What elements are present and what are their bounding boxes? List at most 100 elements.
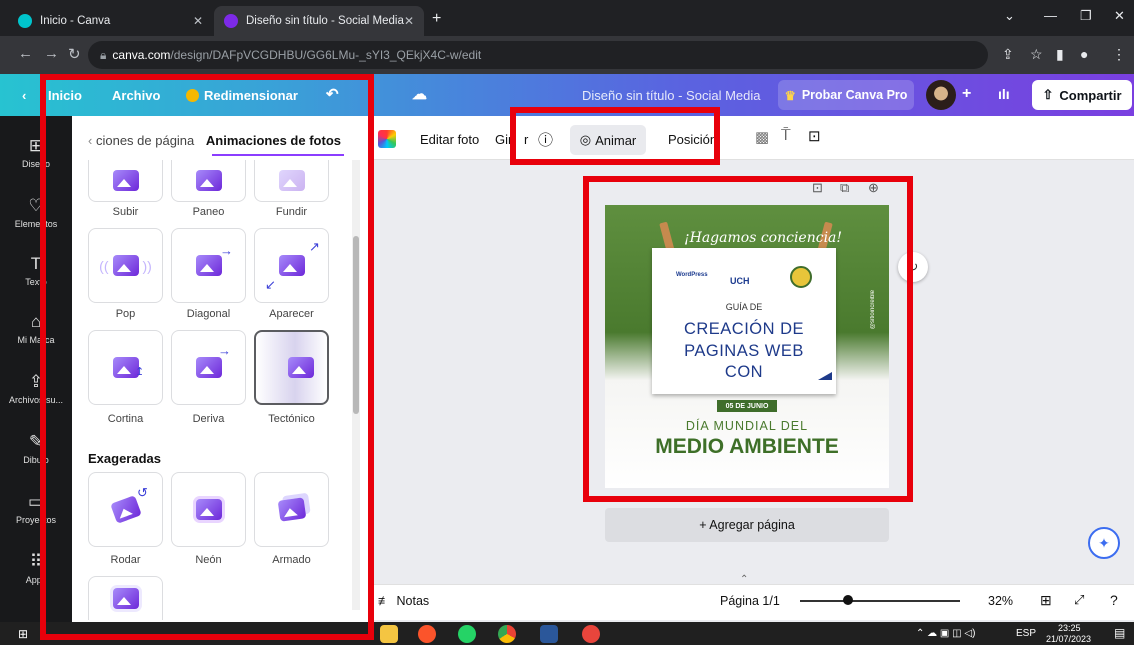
rail-label: Elementos — [14, 219, 58, 229]
zoom-slider-knob[interactable] — [843, 595, 853, 605]
file-explorer-icon[interactable] — [380, 625, 398, 643]
avatar[interactable] — [926, 80, 956, 110]
animation-tile-armado[interactable] — [254, 472, 329, 547]
panel-scroll-thumb[interactable] — [353, 236, 359, 414]
url-bar[interactable]: 🔒︎ canva.com /design/DAFpVCGDHBU/GG6LMu-… — [88, 41, 988, 69]
animation-tile-tectonico[interactable] — [254, 330, 329, 405]
share-button[interactable]: ⇧ Compartir — [1032, 80, 1132, 110]
profile-icon[interactable]: ● — [1080, 46, 1088, 62]
add-collaborator-icon[interactable]: + — [962, 85, 971, 103]
tabs-scroll-left-icon[interactable]: ‹ — [88, 133, 92, 148]
magic-assistant-icon[interactable]: ✦ — [1088, 527, 1120, 559]
edit-photo-button[interactable]: Editar foto — [420, 132, 479, 147]
tab-page-animations[interactable]: ciones de página — [96, 133, 194, 148]
rail-item-draw[interactable]: ✎ Dibujo — [0, 432, 72, 465]
upload-icon: ⇧ — [1042, 87, 1054, 102]
rotate-button[interactable]: Gir — [495, 132, 512, 147]
rail-item-text[interactable]: T Texto — [0, 254, 72, 287]
zoom-slider[interactable] — [800, 600, 960, 602]
animate-button[interactable]: ◎ Animar — [570, 125, 646, 155]
taskbar-date[interactable]: 21/07/2023 — [1046, 634, 1091, 644]
animation-tile-aparecer[interactable]: ↗ ↙ — [254, 228, 329, 303]
transparency-icon[interactable]: ▩ — [755, 128, 769, 146]
design-headline-1: CREACIÓN DE — [683, 320, 805, 338]
info-icon[interactable]: ⓘ — [538, 129, 553, 150]
share-page-icon[interactable]: ⇪ — [1002, 46, 1014, 63]
animation-tile-rodar[interactable]: ↺ — [88, 472, 163, 547]
try-pro-button[interactable]: ♛ Probar Canva Pro — [778, 80, 914, 110]
rail-label: Proyectos — [15, 515, 57, 525]
add-page-button[interactable]: + Agregar página — [605, 508, 889, 542]
duplicate-icon[interactable]: ⧉ — [840, 180, 849, 196]
restore-icon[interactable]: ❐ — [1080, 8, 1092, 24]
animation-tile-diagonal[interactable]: → — [171, 228, 246, 303]
brave-icon[interactable] — [418, 625, 436, 643]
back-chevron-icon[interactable]: ‹ — [22, 88, 26, 103]
browser-menu-icon[interactable]: ⋮ — [1112, 46, 1126, 63]
cloud-saved-icon[interactable]: ☁ — [412, 85, 427, 103]
rail-item-brand[interactable]: ⌂ Mi Marca — [0, 312, 72, 345]
animation-tile-deriva[interactable]: → — [171, 330, 246, 405]
rotate-handle-icon[interactable]: ↻ — [898, 252, 928, 282]
lock-element-icon[interactable]: ⊡ — [808, 127, 821, 145]
forward-icon[interactable]: → — [44, 45, 59, 62]
grid-view-icon[interactable]: ⊞ — [1040, 592, 1052, 609]
document-title[interactable]: Diseño sin título - Social Media — [582, 88, 760, 103]
animation-tile-next[interactable] — [88, 576, 163, 620]
design-tagline: ¡Hagamos conciencia! — [684, 230, 843, 246]
app-icon[interactable] — [582, 625, 600, 643]
zoom-level[interactable]: 32% — [988, 594, 1013, 608]
close-tab-icon[interactable]: ✕ — [404, 14, 414, 28]
animation-tile-pop[interactable]: (()) — [88, 228, 163, 303]
position-button[interactable]: Posición — [668, 132, 717, 147]
word-icon[interactable] — [540, 625, 558, 643]
add-page-icon[interactable]: ⊕ — [868, 180, 879, 196]
chrome-icon[interactable] — [498, 625, 516, 643]
undo-icon[interactable]: ↶ — [326, 85, 339, 103]
close-tab-icon[interactable]: ✕ — [193, 14, 203, 28]
input-language[interactable]: ESP — [1016, 628, 1036, 639]
sidebar-toggle-icon[interactable]: ▮ — [1056, 46, 1064, 63]
resize-button[interactable]: Redimensionar — [186, 88, 298, 103]
minimize-icon[interactable]: — — [1044, 8, 1057, 23]
browser-tab-design[interactable]: Diseño sin título - Social Media ✕ — [214, 6, 424, 36]
photo-icon — [195, 170, 222, 191]
tab-photo-animations[interactable]: Animaciones de fotos — [206, 133, 341, 148]
animation-tile-paneo[interactable] — [171, 160, 246, 202]
taskbar-time[interactable]: 23:25 — [1058, 623, 1081, 633]
rail-item-uploads[interactable]: ⇪ Archivos su... — [0, 372, 72, 405]
rail-item-elements[interactable]: ♡ Elementos — [0, 196, 72, 229]
notes-label: Notas — [396, 594, 430, 608]
tray-icons[interactable]: ⌃ ☁ ▣ ◫ ◁) — [916, 628, 975, 639]
reload-icon[interactable]: ↻ — [68, 45, 81, 63]
browser-tab-inicio[interactable]: Inicio - Canva ✕ — [8, 6, 213, 36]
photo-icon — [112, 170, 139, 191]
text-icon: T — [30, 254, 42, 273]
tab-search-icon[interactable]: ⌄ — [1004, 8, 1015, 24]
back-icon[interactable]: ← — [18, 45, 33, 62]
notifications-icon[interactable]: ▤ — [1114, 626, 1125, 640]
animation-tile-subir[interactable] — [88, 160, 163, 202]
rail-item-apps[interactable]: ⠿ Apps — [0, 552, 72, 585]
fullscreen-icon[interactable]: ⤢ — [1074, 592, 1084, 608]
windows-start-icon[interactable]: ⊞ — [18, 627, 28, 641]
color-swatch[interactable] — [378, 130, 396, 148]
paint-format-icon[interactable]: ⍑ — [781, 127, 791, 145]
animation-tile-fundir[interactable] — [254, 160, 329, 202]
file-menu-button[interactable]: Archivo — [112, 88, 160, 103]
home-button[interactable]: Inicio — [48, 88, 82, 103]
bookmark-star-icon[interactable]: ☆ — [1030, 46, 1043, 63]
wordpress-logo: WordPress — [676, 272, 708, 278]
animation-tile-cortina[interactable]: ↥ — [88, 330, 163, 405]
animation-tile-neon[interactable] — [171, 472, 246, 547]
rail-item-design[interactable]: ⊞ Diseño — [0, 136, 72, 169]
notes-button[interactable]: ≢ Notas — [378, 594, 429, 608]
page-indicator[interactable]: Página 1/1 — [720, 594, 780, 608]
whatsapp-icon[interactable] — [458, 625, 476, 643]
rail-item-projects[interactable]: ▭ Proyectos — [0, 492, 72, 525]
close-window-icon[interactable]: ✕ — [1114, 8, 1125, 24]
insights-icon[interactable]: ılı — [998, 86, 1010, 102]
help-icon[interactable]: ? — [1110, 592, 1118, 608]
lock-design-icon[interactable]: ⊡ — [812, 180, 823, 196]
new-tab-icon[interactable]: + — [432, 10, 441, 28]
